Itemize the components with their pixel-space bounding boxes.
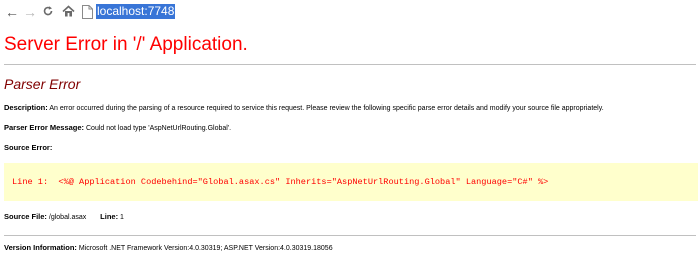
divider	[4, 64, 696, 65]
address-bar-input[interactable]: localhost:7748	[96, 4, 176, 19]
version-info-label: Version Information:	[4, 243, 77, 252]
divider	[4, 235, 696, 236]
version-info-text: Microsoft .NET Framework Version:4.0.303…	[78, 245, 333, 252]
source-file-value: /global.asax	[48, 214, 87, 221]
error-message-label: Parser Error Message:	[4, 123, 85, 132]
error-message-text: Could not load type 'AspNetUrlRouting.Gl…	[86, 125, 232, 132]
description-label: Description:	[4, 103, 48, 112]
source-file-line: Source File: /global.asax Line: 1	[4, 212, 124, 223]
reload-icon[interactable]	[40, 3, 56, 21]
source-error-label: Source Error:	[4, 143, 53, 152]
error-subtitle: Parser Error	[4, 76, 81, 92]
error-message-line: Parser Error Message: Could not load typ…	[4, 123, 231, 134]
arrow-left-icon[interactable]: ←	[4, 3, 20, 21]
source-error-line: Source Error:	[4, 143, 52, 154]
source-code-line: Line 1: <%@ Application Codebehind="Glob…	[12, 177, 549, 187]
browser-toolbar: ← → localhost:7748	[0, 0, 700, 24]
source-code-box: Line 1: <%@ Application Codebehind="Glob…	[4, 163, 698, 201]
source-file-label: Source File:	[4, 212, 47, 221]
arrow-right-icon[interactable]: →	[22, 3, 38, 21]
page-icon	[82, 5, 93, 24]
description-text: An error occurred during the parsing of …	[49, 105, 604, 112]
description-line: Description: An error occurred during th…	[4, 103, 604, 114]
home-icon[interactable]	[60, 3, 76, 21]
version-info-line: Version Information: Microsoft .NET Fram…	[4, 243, 333, 254]
page-title: Server Error in '/' Application.	[4, 34, 248, 55]
line-number-value: 1	[120, 214, 124, 221]
line-number-label: Line:	[100, 212, 119, 221]
error-page: Server Error in '/' Application. Parser …	[0, 24, 700, 267]
